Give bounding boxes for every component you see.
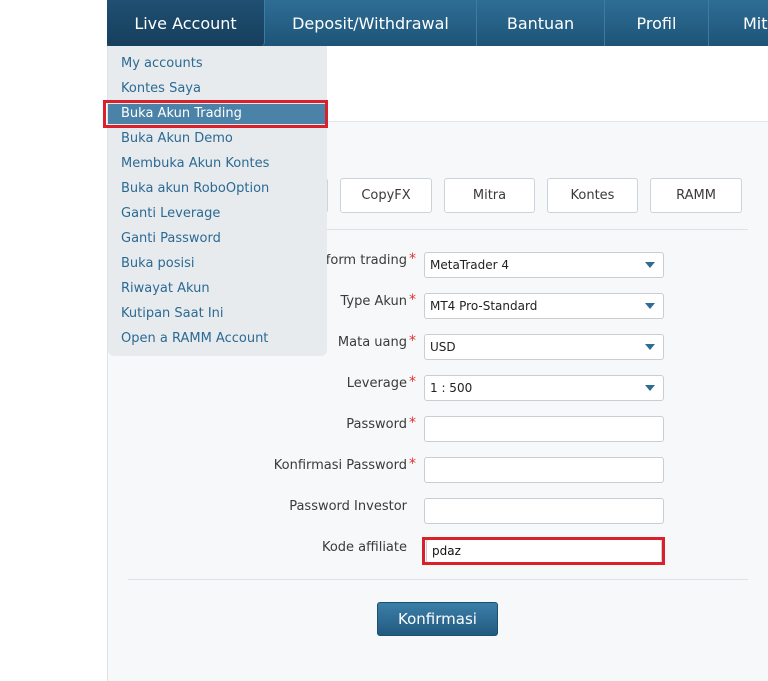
platform-value: MetaTrader 4 <box>430 258 510 272</box>
menu-item-buka-posisi[interactable]: Buka posisi <box>121 254 195 274</box>
menu-item-membuka-akun-kontes[interactable]: Membuka Akun Kontes <box>121 154 269 174</box>
menu-item-buka-akun-trading[interactable]: Buka Akun Trading <box>108 104 327 124</box>
currency-value: USD <box>430 340 456 354</box>
leverage-label: Leverage <box>346 376 407 391</box>
menu-item-riwayat-akun[interactable]: Riwayat Akun <box>121 279 210 299</box>
menu-item-kutipan-saat-ini[interactable]: Kutipan Saat Ini <box>121 304 224 324</box>
required-mark: * <box>409 251 416 267</box>
menu-item-kontes-saya[interactable]: Kontes Saya <box>121 79 201 99</box>
menu-item-open-ramm-account[interactable]: Open a RAMM Account <box>121 329 268 349</box>
account-tab-copyfx[interactable]: CopyFX <box>340 178 432 213</box>
account-tab-kontes[interactable]: Kontes <box>547 178 638 213</box>
investor-password-input[interactable] <box>424 498 664 524</box>
password-label: Password <box>346 417 407 432</box>
account-tab-ramm[interactable]: RAMM <box>650 178 742 213</box>
nav-tab-bantuan[interactable]: Bantuan <box>477 0 605 46</box>
menu-item-my-accounts[interactable]: My accounts <box>121 54 203 74</box>
confirm-password-label: Konfirmasi Password <box>273 458 407 473</box>
confirm-button[interactable]: Konfirmasi <box>377 602 498 636</box>
required-mark: * <box>409 333 416 349</box>
nav-tab-profil[interactable]: Profil <box>605 0 709 46</box>
account-tab-mitra[interactable]: Mitra <box>444 178 535 213</box>
type-akun-select[interactable]: MT4 Pro-Standard <box>424 293 664 319</box>
required-mark: * <box>409 374 416 390</box>
currency-select[interactable]: USD <box>424 334 664 360</box>
investor-password-label: Password Investor <box>289 499 407 514</box>
leverage-value: 1 : 500 <box>430 381 473 395</box>
leverage-select[interactable]: 1 : 500 <box>424 375 664 401</box>
menu-item-ganti-password[interactable]: Ganti Password <box>121 229 221 249</box>
required-mark: * <box>409 415 416 431</box>
nav-tab-mitra[interactable]: Mit <box>709 0 768 46</box>
menu-item-buka-akun-demo[interactable]: Buka Akun Demo <box>121 129 233 149</box>
platform-select[interactable]: MetaTrader 4 <box>424 252 664 278</box>
divider-top <box>300 229 748 230</box>
required-mark: * <box>409 456 416 472</box>
confirm-password-input[interactable] <box>424 457 664 483</box>
divider-bottom <box>128 579 748 580</box>
type-akun-value: MT4 Pro-Standard <box>430 299 538 313</box>
nav-tab-deposit-withdrawal[interactable]: Deposit/Withdrawal <box>265 0 477 46</box>
affiliate-label: Kode affiliate <box>321 540 407 555</box>
menu-item-ganti-leverage[interactable]: Ganti Leverage <box>121 204 220 224</box>
live-account-dropdown: My accounts Kontes Saya Buka Akun Tradin… <box>108 46 327 356</box>
nav-tab-live-account[interactable]: Live Account <box>107 0 265 46</box>
page: Live Account Deposit/Withdrawal Bantuan … <box>0 0 768 681</box>
required-mark: * <box>409 292 416 308</box>
password-input[interactable] <box>424 416 664 442</box>
menu-item-buka-akun-robooption[interactable]: Buka akun RoboOption <box>121 179 269 199</box>
affiliate-input[interactable] <box>426 539 662 563</box>
top-navigation: Live Account Deposit/Withdrawal Bantuan … <box>107 0 768 46</box>
